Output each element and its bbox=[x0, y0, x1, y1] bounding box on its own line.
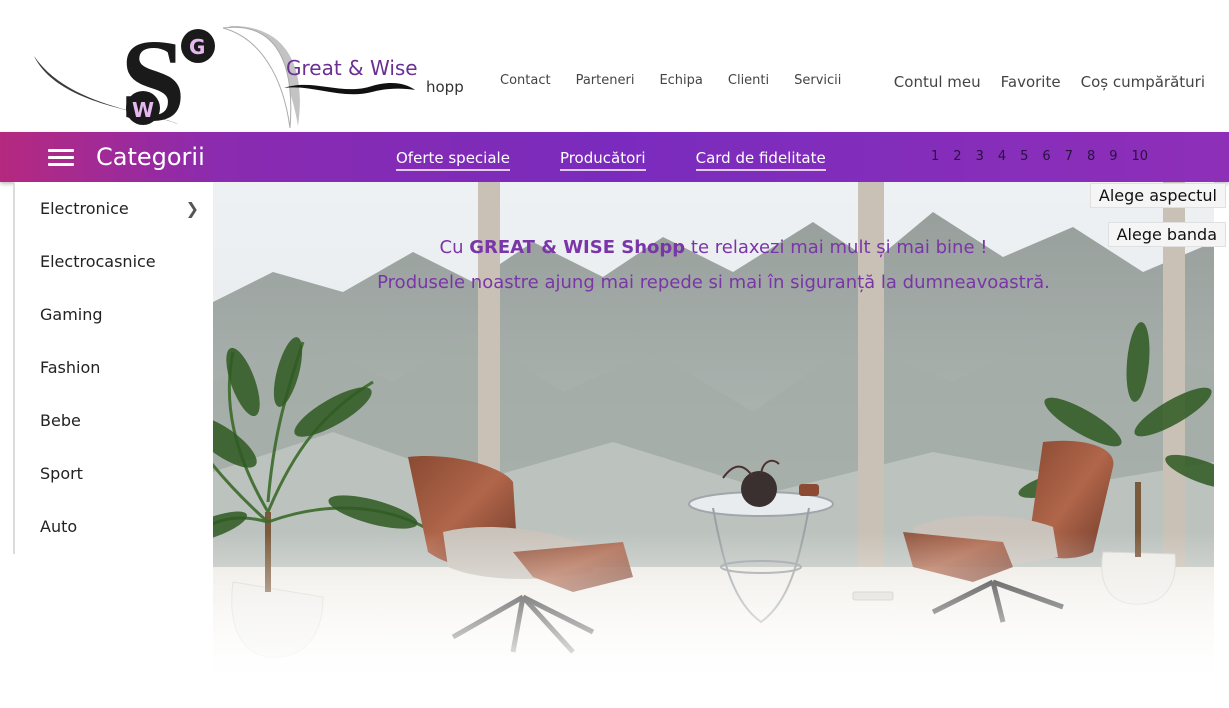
sidebar-item-label: Electrocasnice bbox=[40, 252, 156, 271]
account-nav: Contul meu Favorite Coș cumpărături bbox=[894, 73, 1205, 91]
page-number-nav: 1 2 3 4 5 6 7 8 9 10 bbox=[931, 149, 1148, 164]
top-nav: Contact Parteneri Echipa Clienti Servici… bbox=[500, 73, 841, 88]
nav-echipa[interactable]: Echipa bbox=[659, 73, 702, 88]
page-number[interactable]: 6 bbox=[1042, 149, 1050, 164]
sidebar-item-sport[interactable]: Sport bbox=[15, 447, 213, 500]
choose-banner-button[interactable]: Alege banda bbox=[1107, 222, 1226, 247]
page-number[interactable]: 7 bbox=[1065, 149, 1073, 164]
categories-title[interactable]: Categorii bbox=[96, 143, 205, 171]
brand-swoosh-icon bbox=[284, 83, 415, 95]
page-number[interactable]: 10 bbox=[1132, 149, 1149, 164]
sidebar-item-label: Bebe bbox=[40, 411, 81, 430]
page-number[interactable]: 2 bbox=[953, 149, 961, 164]
hero-headline-prefix: Cu bbox=[439, 237, 470, 258]
sidebar-item-label: Gaming bbox=[40, 305, 103, 324]
nav-parteneri[interactable]: Parteneri bbox=[576, 73, 635, 88]
site-logo[interactable]: S G W bbox=[28, 16, 308, 134]
sidebar-item-label: Fashion bbox=[40, 358, 101, 377]
sidebar-item-bebe[interactable]: Bebe bbox=[15, 394, 213, 447]
promo-links: Oferte speciale Producători Card de fide… bbox=[396, 149, 826, 171]
logo-letter-g: G bbox=[189, 35, 205, 59]
sidebar-item-label: Electronice bbox=[40, 199, 129, 218]
cart-link[interactable]: Coș cumpărături bbox=[1081, 73, 1205, 91]
page-number[interactable]: 9 bbox=[1109, 149, 1117, 164]
hamburger-menu-icon[interactable] bbox=[48, 149, 74, 167]
brand-suffix: hopp bbox=[426, 78, 464, 96]
sidebar-item-electronice[interactable]: Electronice ❯ bbox=[15, 182, 213, 235]
sidebar-item-label: Sport bbox=[40, 464, 83, 483]
choose-layout-button[interactable]: Alege aspectul bbox=[1089, 183, 1226, 208]
account-link[interactable]: Contul meu bbox=[894, 73, 981, 91]
hero-subline: Produsele noastre ajung mai repede si ma… bbox=[377, 272, 1050, 293]
page-number[interactable]: 5 bbox=[1020, 149, 1028, 164]
producers-link[interactable]: Producători bbox=[559, 149, 646, 171]
site-header: S G W Great & Wise hopp Contact Partener… bbox=[0, 0, 1229, 134]
sidebar-item-label: Auto bbox=[40, 517, 78, 536]
page-number[interactable]: 8 bbox=[1087, 149, 1095, 164]
hero-headline-brand: GREAT & WISE Shopp bbox=[469, 237, 686, 258]
sidebar-item-gaming[interactable]: Gaming bbox=[15, 288, 213, 341]
category-bar: Categorii Oferte speciale Producători Ca… bbox=[0, 132, 1229, 182]
page-number[interactable]: 3 bbox=[976, 149, 984, 164]
brand-name[interactable]: Great & Wise bbox=[286, 56, 418, 80]
hero-headline-suffix: te relaxezi mai mult și mai bine ! bbox=[685, 237, 988, 258]
nav-clienti[interactable]: Clienti bbox=[728, 73, 769, 88]
page-number[interactable]: 1 bbox=[931, 149, 939, 164]
hero-headline: Cu GREAT & WISE Shopp te relaxezi mai mu… bbox=[213, 237, 1214, 258]
nav-contact[interactable]: Contact bbox=[500, 73, 551, 88]
sidebar-item-fashion[interactable]: Fashion bbox=[15, 341, 213, 394]
logo-letter-w: W bbox=[132, 98, 154, 122]
category-sidebar: Electronice ❯ Electrocasnice Gaming Fash… bbox=[13, 182, 213, 554]
page-number[interactable]: 4 bbox=[998, 149, 1006, 164]
chevron-right-icon[interactable]: ❯ bbox=[186, 199, 199, 218]
loyalty-card-link[interactable]: Card de fidelitate bbox=[695, 149, 826, 171]
nav-servicii[interactable]: Servicii bbox=[794, 73, 841, 88]
sidebar-item-electrocasnice[interactable]: Electrocasnice bbox=[15, 235, 213, 288]
sidebar-item-auto[interactable]: Auto bbox=[15, 500, 213, 553]
favorites-link[interactable]: Favorite bbox=[1001, 73, 1061, 91]
special-offers-link[interactable]: Oferte speciale bbox=[396, 149, 510, 171]
